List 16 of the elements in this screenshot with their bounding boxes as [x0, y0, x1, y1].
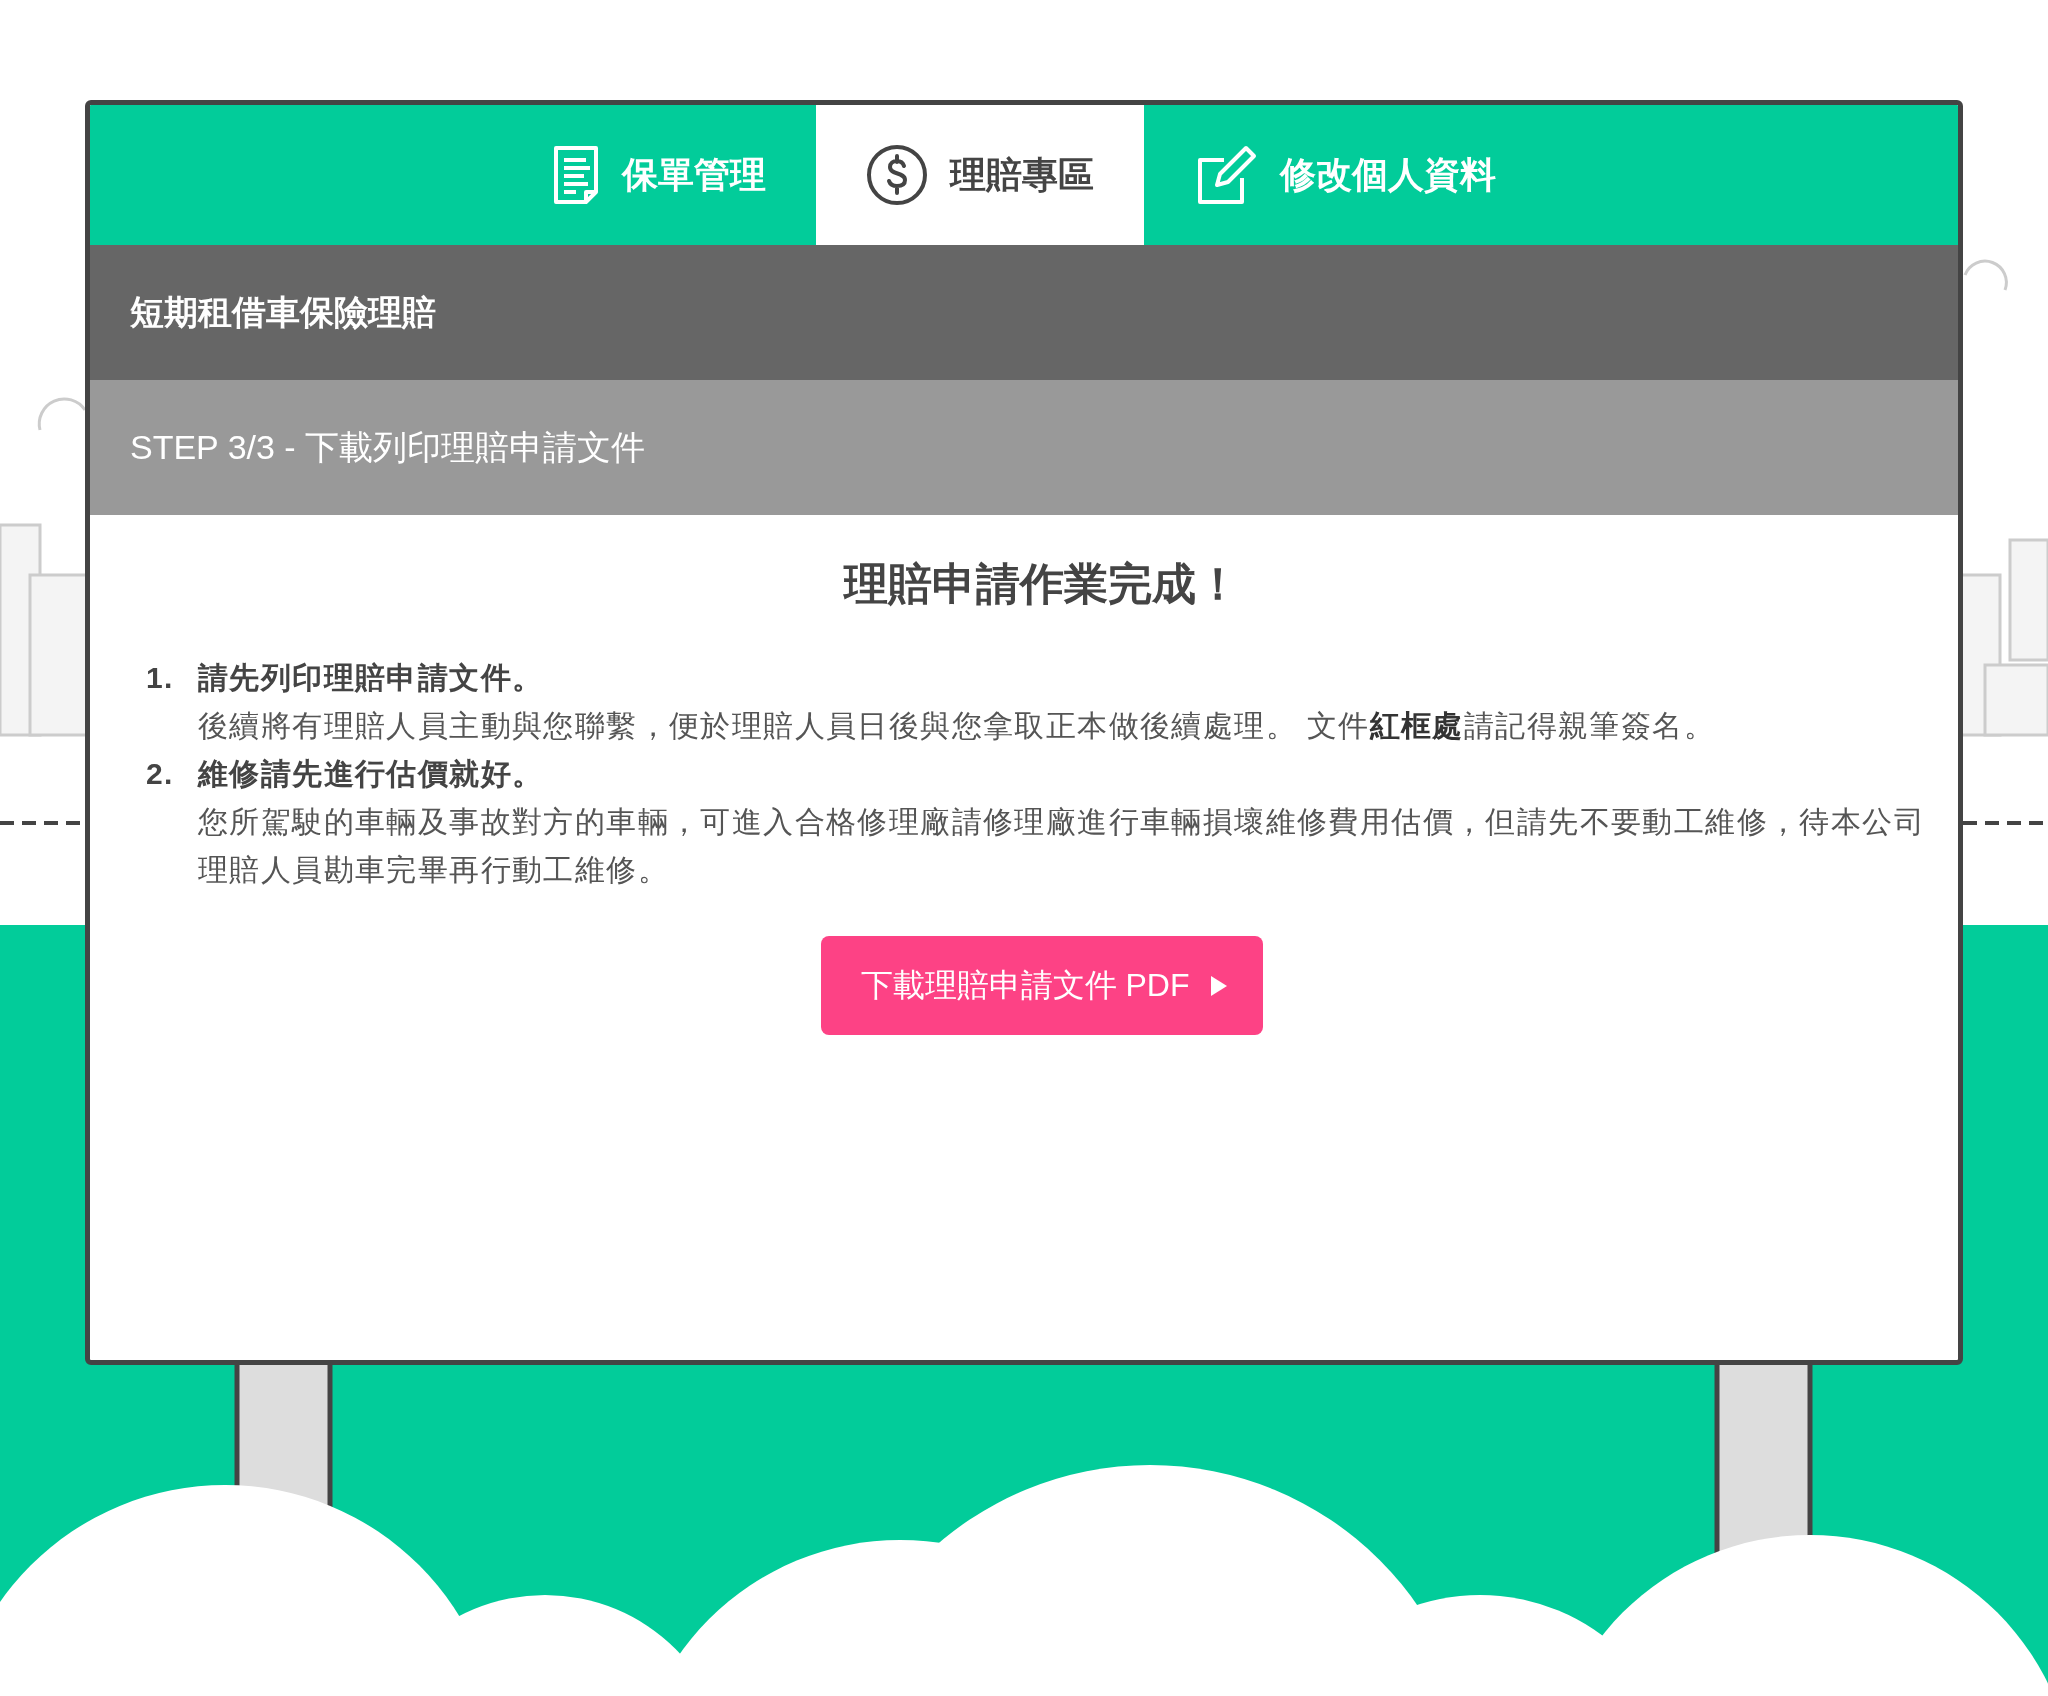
- step-number: 1.: [146, 660, 175, 696]
- step-number: 2.: [146, 756, 175, 792]
- document-icon: [552, 144, 600, 206]
- step-title: 維修請先進行估價就好。: [198, 756, 545, 792]
- step-description: 您所駕駛的車輛及事故對方的車輛，可進入合格修理廠請修理廠進行車輛損壞維修費用估價，但請先不要動工維修，待本公司理賠人員勘車完畢再行動工維修。: [198, 804, 1926, 888]
- nav-tab[interactable]: 保單管理: [502, 105, 816, 245]
- download-button[interactable]: 下載理賠申請文件 PDF: [820, 936, 1264, 1035]
- nav-tab[interactable]: 修改個人資料: [1144, 105, 1546, 245]
- section-title: 短期租借車保險理賠: [90, 245, 1958, 380]
- dollar-icon: [866, 144, 928, 206]
- step-description: 後續將有理賠人員主動與您聯繫，便於理賠人員日後與您拿取正本做後續處理。 文件紅框處請記得親筆簽名。: [198, 708, 1716, 744]
- play-icon: [1211, 975, 1228, 996]
- step-title: 請先列印理賠申請文件。: [198, 660, 545, 696]
- completion-heading: 理賠申請作業完成！: [842, 558, 1241, 610]
- nav-tab[interactable]: 理賠專區: [816, 105, 1144, 245]
- step-title: STEP 3/3 - 下載列印理賠申請文件: [90, 380, 1958, 515]
